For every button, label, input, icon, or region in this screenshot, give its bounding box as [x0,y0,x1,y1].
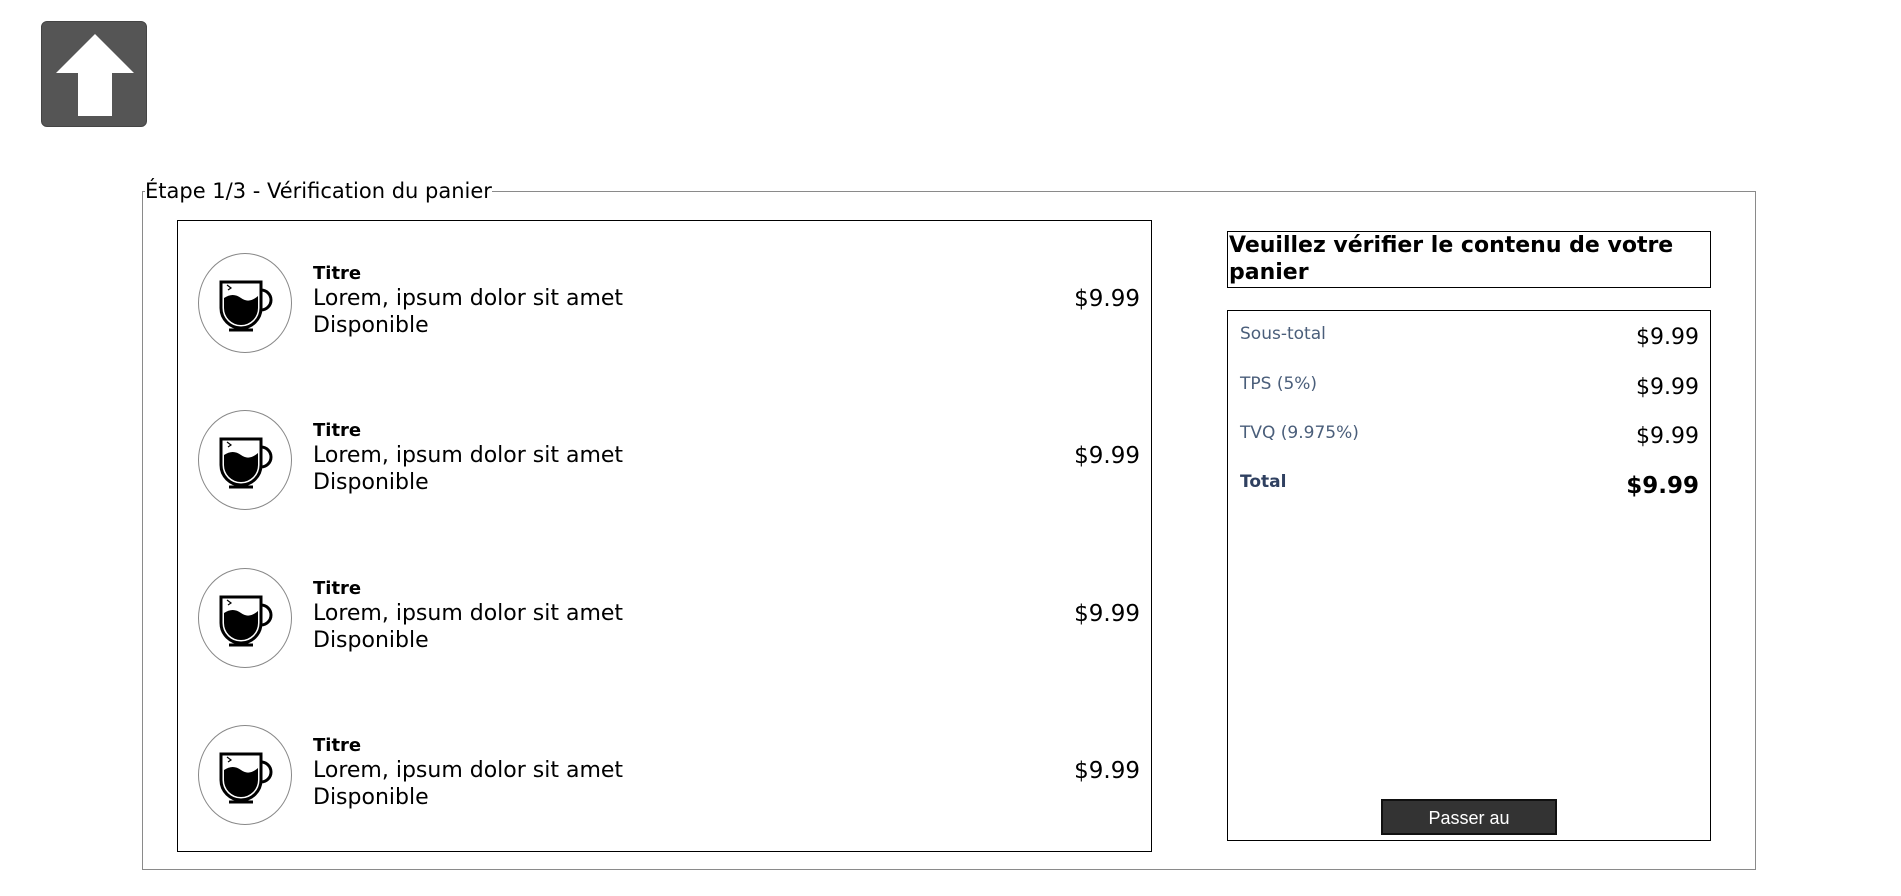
item-thumbnail [198,253,292,353]
item-thumbnail [198,725,292,825]
coffee-cup-icon [219,437,273,489]
item-price: $9.99 [1074,758,1140,784]
cart-item: Titre Lorem, ipsum dolor sit amet Dispon… [178,253,1151,363]
item-availability: Disponible [313,313,429,338]
subtotal-row: Sous-total $9.99 [1240,323,1699,353]
tvq-row: TVQ (9.975%) $9.99 [1240,422,1699,452]
subtotal-value: $9.99 [1636,325,1699,350]
checkout-button[interactable]: Passer au paiement [1381,799,1557,860]
summary-heading: Veuillez vérifier le contenu de votre pa… [1227,231,1711,288]
total-value: $9.99 [1626,473,1699,499]
total-row: Total $9.99 [1240,471,1699,501]
item-price: $9.99 [1074,443,1140,469]
item-description: Lorem, ipsum dolor sit amet [313,286,624,311]
item-availability: Disponible [313,470,429,495]
item-title: Titre [313,578,362,599]
cart-item: Titre Lorem, ipsum dolor sit amet Dispon… [178,410,1151,520]
tps-label: TPS (5%) [1240,374,1318,394]
total-label: Total [1240,472,1287,492]
coffee-cup-icon [219,752,273,804]
order-totals-panel: Sous-total $9.99 TPS (5%) $9.99 TVQ (9.9… [1227,310,1711,860]
item-availability: Disponible [313,628,429,653]
step-legend: Étape 1/3 - Vérification du panier [145,179,492,203]
back-to-top-button[interactable] [41,21,147,127]
tvq-value: $9.99 [1636,424,1699,449]
item-price: $9.99 [1074,286,1140,312]
coffee-cup-icon [219,595,273,647]
tps-row: TPS (5%) $9.99 [1240,373,1699,403]
cart-items-list: Titre Lorem, ipsum dolor sit amet Dispon… [177,220,1152,852]
item-description: Lorem, ipsum dolor sit amet [313,443,624,468]
item-thumbnail [198,568,292,668]
coffee-cup-icon [219,280,273,332]
item-description: Lorem, ipsum dolor sit amet [313,601,624,626]
tvq-label: TVQ (9.975%) [1240,423,1359,443]
tps-value: $9.99 [1636,375,1699,400]
item-title: Titre [313,420,362,441]
item-title: Titre [313,735,362,756]
item-description: Lorem, ipsum dolor sit amet [313,758,624,783]
item-price: $9.99 [1074,601,1140,627]
item-thumbnail [198,410,292,510]
item-title: Titre [313,263,362,284]
cart-item: Titre Lorem, ipsum dolor sit amet Dispon… [178,568,1151,678]
cart-item: Titre Lorem, ipsum dolor sit amet Dispon… [178,725,1151,835]
arrow-up-icon [56,34,134,116]
subtotal-label: Sous-total [1240,324,1326,344]
item-availability: Disponible [313,785,429,810]
